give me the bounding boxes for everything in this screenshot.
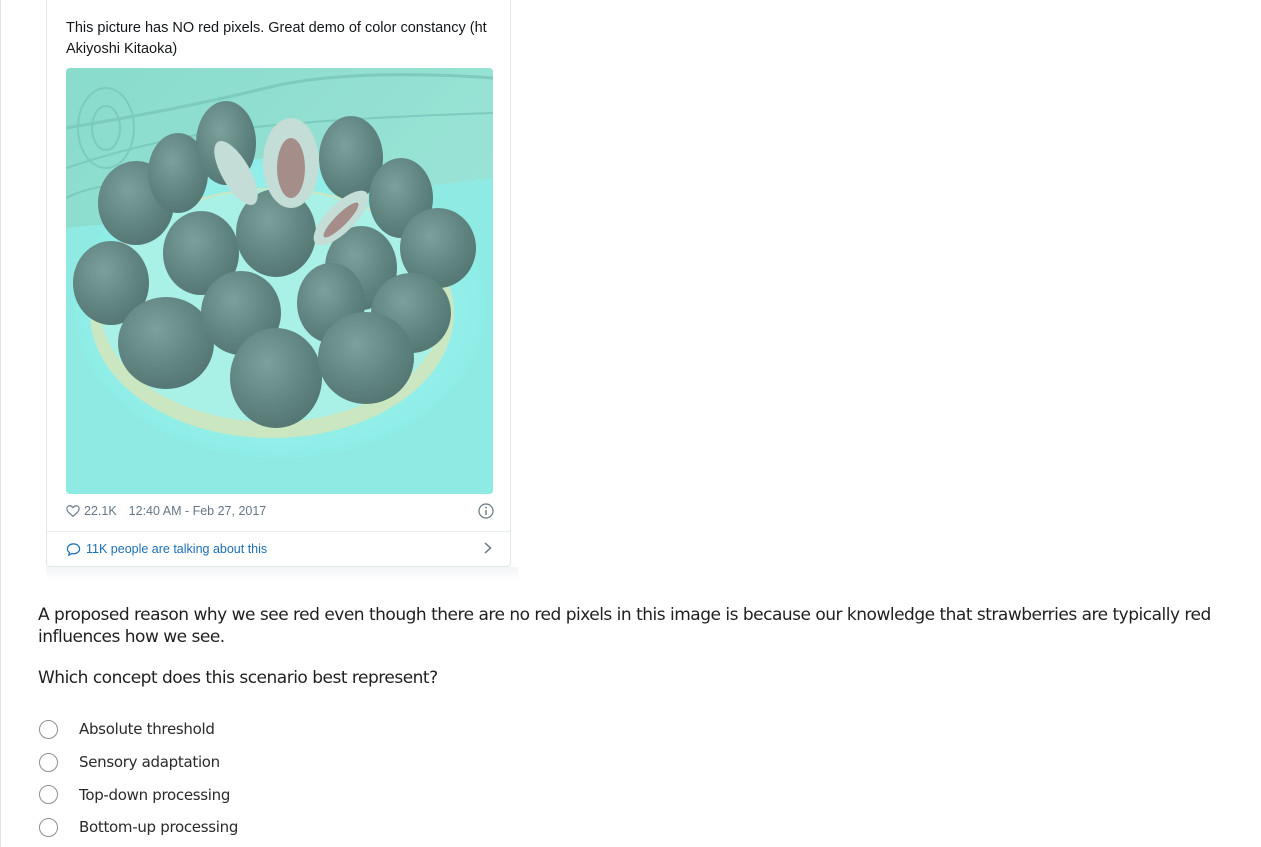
tweet-meta-row: 22.1K 12:40 AM - Feb 27, 2017 — [66, 500, 494, 522]
answer-option[interactable]: Bottom-up processing — [39, 811, 238, 844]
answer-option[interactable]: Top-down processing — [39, 778, 238, 811]
answer-option-label: Top-down processing — [79, 785, 231, 804]
answer-options: Absolute threshold Sensory adaptation To… — [39, 713, 238, 844]
answer-option-label: Bottom-up processing — [79, 818, 239, 837]
chevron-right-icon — [484, 542, 492, 554]
radio-button[interactable] — [39, 719, 58, 739]
info-icon[interactable] — [478, 503, 494, 519]
question-prompt: Which concept does this scenario best re… — [38, 668, 438, 688]
heart-icon[interactable] — [66, 504, 80, 518]
question-body: A proposed reason why we see red even th… — [38, 605, 1211, 647]
tweet-timestamp[interactable]: 12:40 AM - Feb 27, 2017 — [129, 504, 267, 518]
conversation-link-label: 11K people are talking about this — [86, 542, 268, 556]
tweet-card-shadow — [46, 567, 518, 581]
tweet-text: This picture has NO red pixels. Great de… — [66, 20, 487, 57]
conversation-link[interactable]: 11K people are talking about this — [66, 539, 494, 559]
radio-button[interactable] — [39, 817, 58, 837]
embedded-tweet-card: This picture has NO red pixels. Great de… — [46, 0, 511, 567]
answer-option-label: Sensory adaptation — [79, 753, 220, 772]
radio-button[interactable] — [39, 785, 58, 805]
speech-bubble-icon — [66, 542, 81, 556]
answer-option-label: Absolute threshold — [79, 720, 215, 739]
quiz-page: This picture has NO red pixels. Great de… — [0, 0, 1261, 847]
answer-option[interactable]: Sensory adaptation — [39, 746, 238, 779]
like-count: 22.1K — [84, 504, 117, 518]
strawberry-tart-photo — [66, 68, 493, 494]
tweet-divider — [47, 531, 510, 532]
radio-button[interactable] — [39, 752, 58, 772]
answer-option[interactable]: Absolute threshold — [39, 713, 238, 746]
